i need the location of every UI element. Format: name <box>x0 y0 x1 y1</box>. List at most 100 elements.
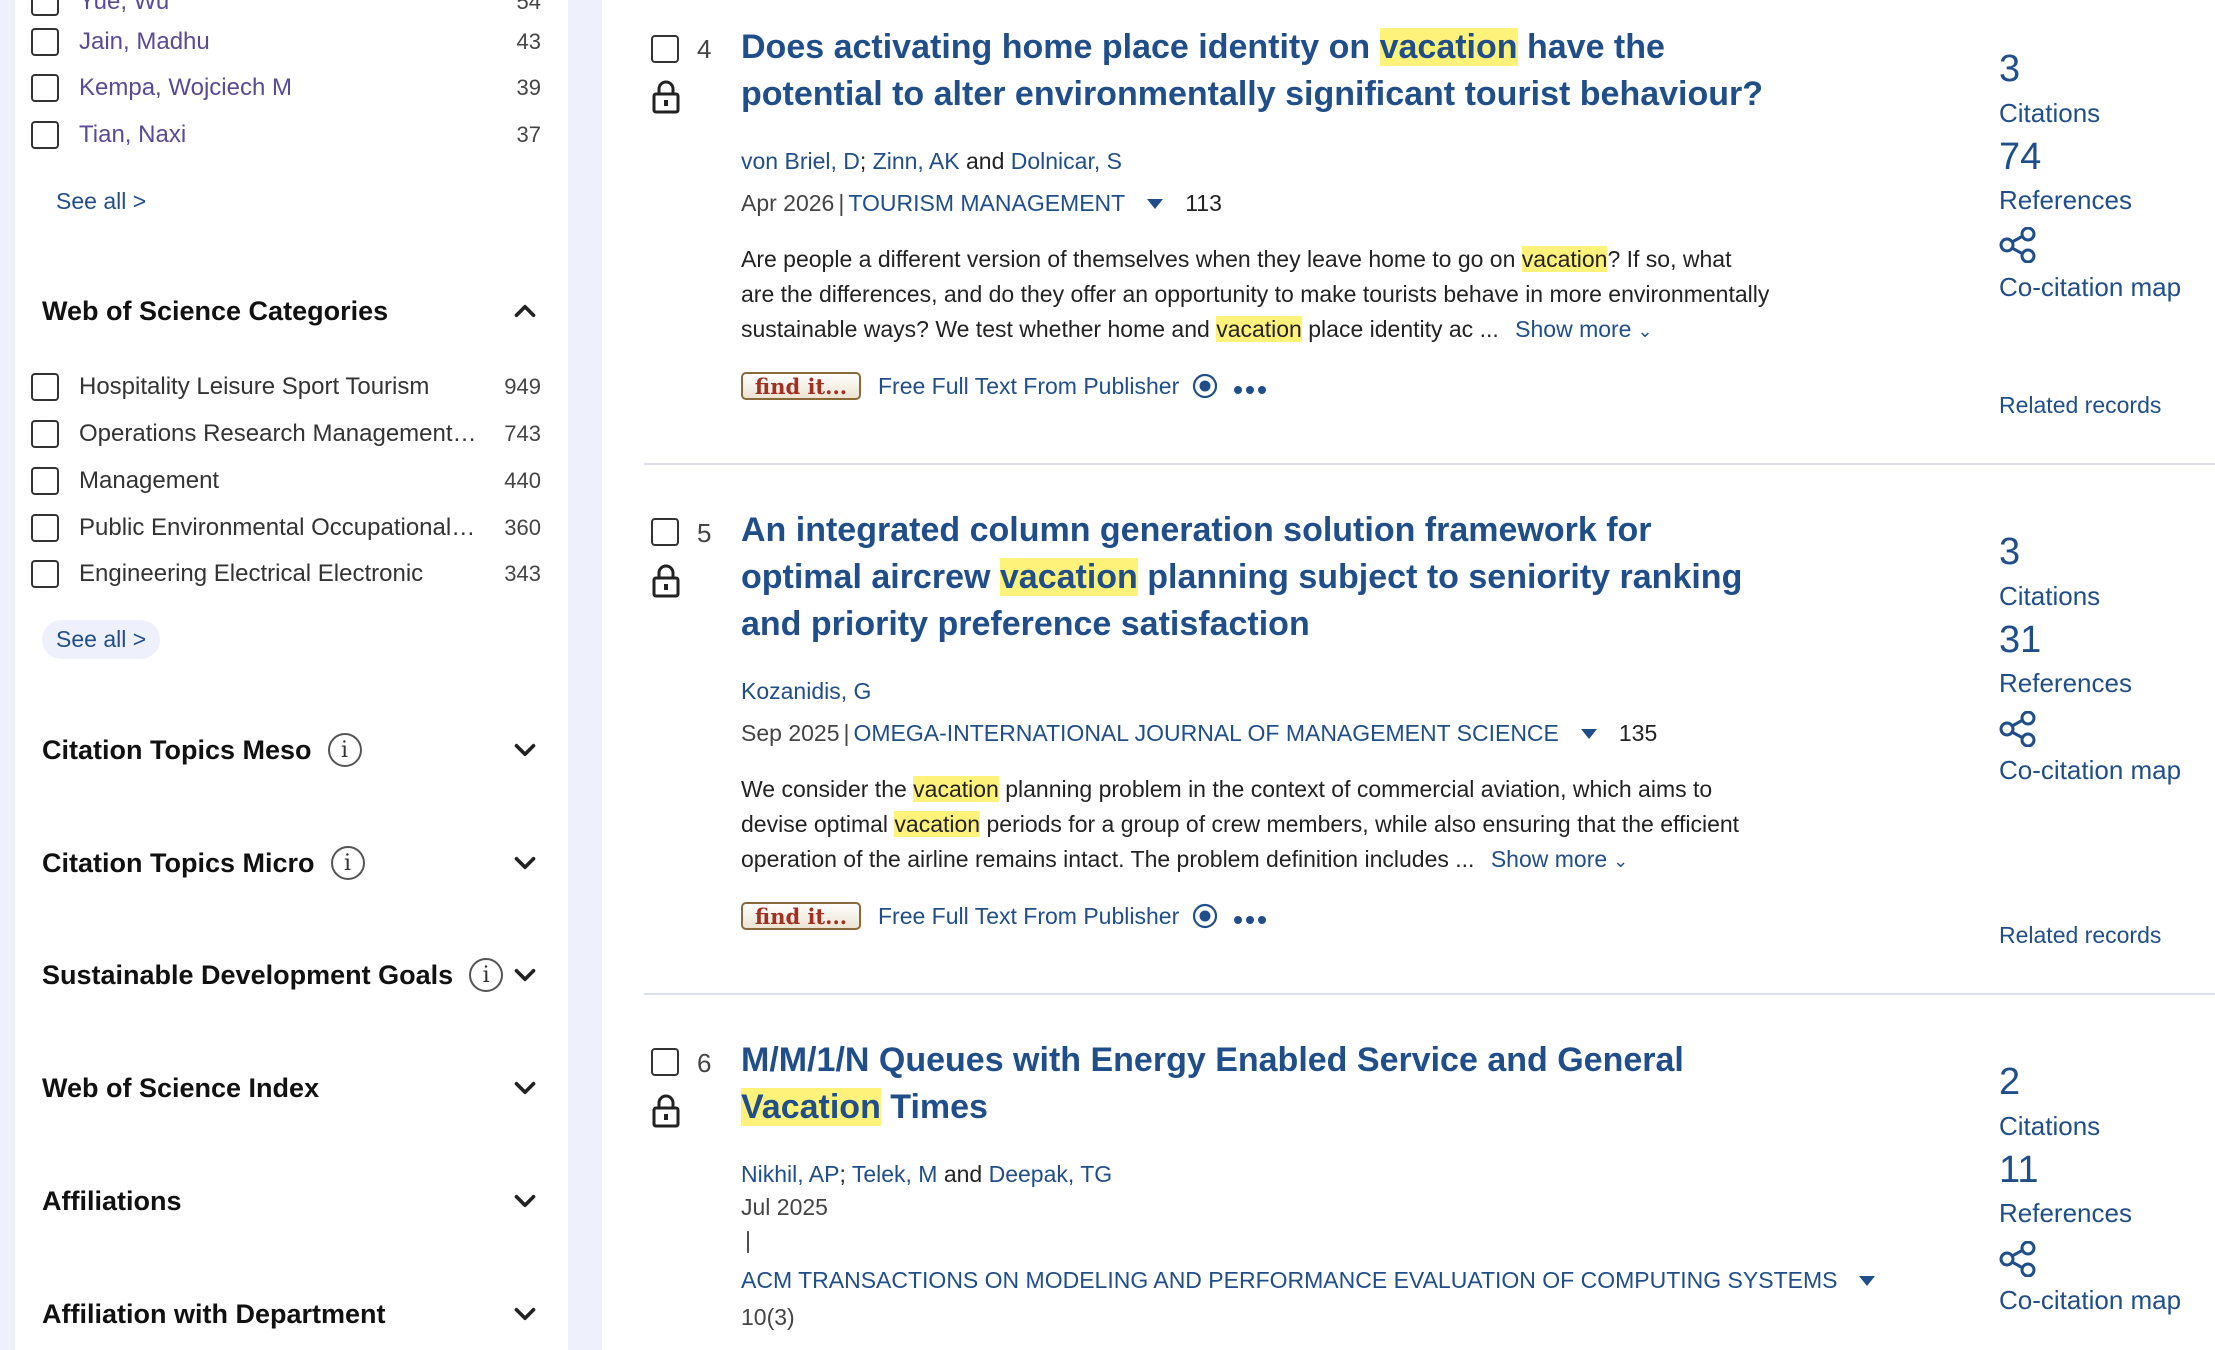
references-label[interactable]: References <box>1999 185 2132 216</box>
record-title-link[interactable]: Does activating home place identity on v… <box>741 24 1781 118</box>
record-number: 6 <box>697 1048 712 1078</box>
caret-down-icon[interactable] <box>1147 198 1164 209</box>
record-checkbox[interactable] <box>651 35 679 63</box>
author-count: 43 <box>516 29 541 54</box>
citations-count[interactable]: 3 <box>1999 48 2020 91</box>
journal-link[interactable]: OMEGA-INTERNATIONAL JOURNAL OF MANAGEMEN… <box>853 720 1558 747</box>
citations-label[interactable]: Citations <box>1999 1111 2100 1142</box>
references-label[interactable]: References <box>1999 1198 2132 1229</box>
abstract-highlight: vacation <box>1216 316 1302 342</box>
full-text-label: Free Full Text From Publisher <box>878 902 1180 929</box>
citations-count[interactable]: 3 <box>1999 531 2020 574</box>
author-checkbox[interactable] <box>31 0 59 16</box>
category-checkbox[interactable] <box>31 560 59 588</box>
author-and: and <box>965 148 1005 174</box>
chevron-down-icon[interactable]: ⌄ <box>1637 321 1652 341</box>
record-number: 5 <box>697 518 712 548</box>
record-checkbox[interactable] <box>651 518 679 546</box>
caret-down-icon[interactable] <box>1859 1275 1876 1286</box>
category-checkbox[interactable] <box>31 420 59 448</box>
related-records-link[interactable]: Related records <box>1999 392 2161 419</box>
co-citation-map-link[interactable]: Co-citation map <box>1999 755 2181 786</box>
chevron-down-icon[interactable] <box>508 1297 542 1331</box>
author-checkbox[interactable] <box>31 28 59 56</box>
author-link[interactable]: von Briel, D <box>741 148 860 174</box>
show-more-link[interactable]: Show more <box>1491 846 1607 872</box>
author-link[interactable]: Dolnicar, S <box>1011 148 1122 174</box>
full-text-link[interactable]: Free Full Text From Publisher <box>878 372 1219 400</box>
more-dots-icon[interactable] <box>1234 915 1266 925</box>
full-text-link[interactable]: Free Full Text From Publisher <box>878 902 1219 930</box>
author-link[interactable]: Deepak, TG <box>989 1161 1113 1187</box>
chevron-down-icon[interactable] <box>508 733 542 767</box>
author-name[interactable]: Kempa, Wojciech M <box>79 74 481 102</box>
citations-count[interactable]: 2 <box>1999 1061 2020 1104</box>
title-highlight: Vacation <box>741 1088 881 1126</box>
author-filter-row[interactable]: Jain, Madhu 43 <box>31 22 541 62</box>
author-name[interactable]: Tian, Naxi <box>79 121 481 149</box>
sustainable-development-goals-header[interactable]: Sustainable Development Goals i <box>42 950 542 1000</box>
authors-see-all-link[interactable]: See all > <box>42 182 160 221</box>
record-checkbox[interactable] <box>651 1048 679 1076</box>
category-filter-row[interactable]: Hospitality Leisure Sport Tourism 949 <box>31 367 541 407</box>
chevron-up-icon[interactable] <box>508 294 542 328</box>
affiliations-header[interactable]: Affiliations <box>42 1176 542 1226</box>
share-network-icon[interactable] <box>1999 227 2037 263</box>
lock-icon <box>652 80 680 114</box>
citation-topics-micro-header[interactable]: Citation Topics Micro i <box>42 838 542 888</box>
chevron-down-icon[interactable] <box>508 1184 542 1218</box>
references-count[interactable]: 74 <box>1999 136 2041 179</box>
author-link[interactable]: Nikhil, AP <box>741 1161 839 1187</box>
categories-see-all-button[interactable]: See all > <box>42 620 161 659</box>
category-filter-row[interactable]: Public Environmental Occupational Health… <box>31 508 541 548</box>
findit-button[interactable]: find it... <box>741 902 861 930</box>
share-network-icon[interactable] <box>1999 1241 2037 1277</box>
references-count[interactable]: 31 <box>1999 619 2041 662</box>
category-filter-row[interactable]: Engineering Electrical Electronic 343 <box>31 554 541 594</box>
affiliation-with-department-header[interactable]: Affiliation with Department <box>42 1289 542 1339</box>
co-citation-map-link[interactable]: Co-citation map <box>1999 1285 2181 1316</box>
record-title-link[interactable]: An integrated column generation solution… <box>741 507 1781 648</box>
author-checkbox[interactable] <box>31 74 59 102</box>
category-count: 360 <box>504 515 541 540</box>
caret-down-icon[interactable] <box>1580 728 1597 739</box>
author-link[interactable]: Zinn, AK <box>873 148 960 174</box>
chevron-down-icon[interactable] <box>508 1071 542 1105</box>
author-link[interactable]: Telek, M <box>852 1161 938 1187</box>
author-name[interactable]: Yue, Wu <box>79 0 481 16</box>
author-filter-row[interactable]: Tian, Naxi 37 <box>31 115 541 155</box>
record-title-link[interactable]: M/M/1/N Queues with Energy Enabled Servi… <box>741 1037 1781 1131</box>
more-dots-icon[interactable] <box>1234 385 1266 395</box>
citations-label[interactable]: Citations <box>1999 98 2100 129</box>
category-checkbox[interactable] <box>31 514 59 542</box>
author-filter-row[interactable]: Yue, Wu 54 <box>31 0 541 22</box>
chevron-down-icon[interactable] <box>508 846 542 880</box>
related-records-link[interactable]: Related records <box>1999 922 2161 949</box>
journal-link[interactable]: TOURISM MANAGEMENT <box>848 190 1125 217</box>
categories-section-header[interactable]: Web of Science Categories <box>42 286 542 336</box>
web-of-science-index-header[interactable]: Web of Science Index <box>42 1063 542 1113</box>
category-checkbox[interactable] <box>31 373 59 401</box>
chevron-down-icon[interactable]: ⌄ <box>1613 851 1628 871</box>
references-count[interactable]: 11 <box>1999 1149 2038 1192</box>
category-filter-row[interactable]: Management 440 <box>31 461 541 501</box>
category-checkbox[interactable] <box>31 467 59 495</box>
info-icon[interactable]: i <box>469 958 504 992</box>
author-name[interactable]: Jain, Madhu <box>79 28 481 56</box>
citation-topics-meso-header[interactable]: Citation Topics Meso i <box>42 725 542 775</box>
author-link[interactable]: Kozanidis, G <box>741 678 871 704</box>
share-network-icon[interactable] <box>1999 711 2037 747</box>
show-more-link[interactable]: Show more <box>1515 316 1631 342</box>
author-checkbox[interactable] <box>31 121 59 149</box>
info-icon[interactable]: i <box>327 733 362 767</box>
author-filter-row[interactable]: Kempa, Wojciech M 39 <box>31 68 541 108</box>
journal-link[interactable]: ACM TRANSACTIONS ON MODELING AND PERFORM… <box>741 1267 1837 1294</box>
category-name: Public Environmental Occupational Health <box>79 514 481 541</box>
references-label[interactable]: References <box>1999 668 2132 699</box>
citations-label[interactable]: Citations <box>1999 581 2100 612</box>
findit-button[interactable]: find it... <box>741 372 861 400</box>
co-citation-map-link[interactable]: Co-citation map <box>1999 272 2181 303</box>
info-icon[interactable]: i <box>330 846 365 880</box>
category-filter-row[interactable]: Operations Research Management Science 7… <box>31 414 541 454</box>
chevron-down-icon[interactable] <box>508 958 542 992</box>
